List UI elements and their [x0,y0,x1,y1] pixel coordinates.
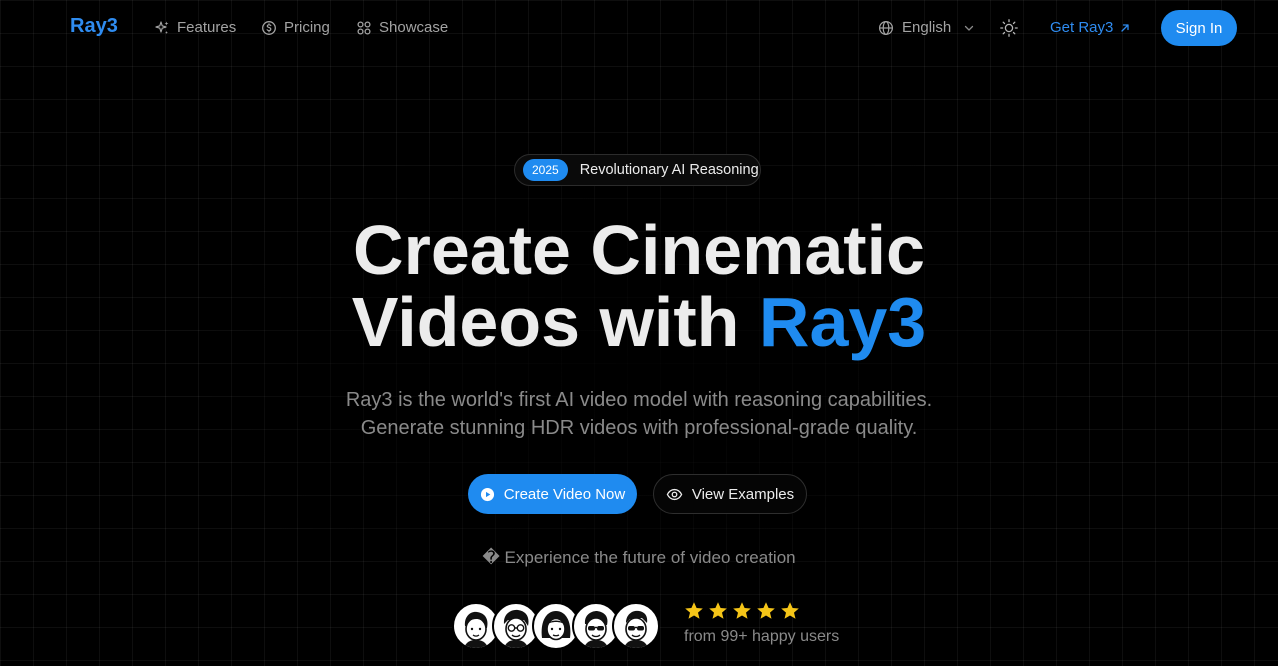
view-examples-button[interactable]: View Examples [653,474,807,514]
star-icon [733,602,751,619]
nav-features-label: Features [177,19,237,36]
background-glow [200,120,1080,620]
view-examples-label: View Examples [691,485,795,503]
hero-subtitle-line2: Generate stunning HDR videos with profes… [360,417,918,439]
site-header: Ray3 Features Pricing Showcase English G… [0,0,1278,56]
hero-title-prefix: Videos with [351,283,759,361]
chevron-down-icon [965,25,974,31]
nav-showcase-label: Showcase [379,19,449,36]
social-proof-text: from 99+ happy users [684,628,840,645]
star-icon [685,602,703,619]
avatar [612,602,660,650]
nav-pricing-label: Pricing [284,19,330,36]
avatar-illustration [624,610,648,648]
grid-icon [357,20,371,35]
rating-stars [684,601,800,621]
nav-pricing[interactable]: Pricing [261,19,330,36]
nav-features[interactable]: Features [154,19,236,36]
star-icon [709,602,727,619]
user-avatars [452,602,662,650]
star-icon [781,602,799,619]
brand-logo[interactable]: Ray3 [70,15,118,38]
language-selector[interactable]: English [878,19,975,36]
get-ray3-label: Get Ray3 [1050,19,1114,36]
sign-in-button[interactable]: Sign In [1161,10,1237,46]
badge-year: 2025 [523,159,568,181]
eye-icon [666,488,683,500]
sparkles-icon [155,20,169,34]
hero-title-accent: Ray3 [758,283,927,361]
badge-text: Revolutionary AI Reasoning [579,162,759,178]
create-video-label: Create Video Now [503,485,626,503]
star-icon [757,602,775,619]
announcement-badge: 2025 Revolutionary AI Reasoning [514,154,761,186]
nav-showcase[interactable]: Showcase [356,19,448,36]
create-video-button[interactable]: Create Video Now [468,474,637,514]
coin-icon [262,20,276,35]
arrow-up-right-icon [1121,23,1130,32]
hero-title-line2: Videos with Ray3 [0,286,1278,358]
globe-icon [878,20,894,35]
hero-subtitle-line1: Ray3 is the world's first AI video model… [345,389,933,411]
hero-title-line1: Create Cinematic [353,211,925,289]
play-circle-icon [480,487,494,501]
get-ray3-link[interactable]: Get Ray3 [1050,19,1131,36]
language-label: English [902,19,952,36]
sun-icon[interactable] [999,18,1019,38]
tagline: � Experience the future of video creatio… [482,548,796,567]
